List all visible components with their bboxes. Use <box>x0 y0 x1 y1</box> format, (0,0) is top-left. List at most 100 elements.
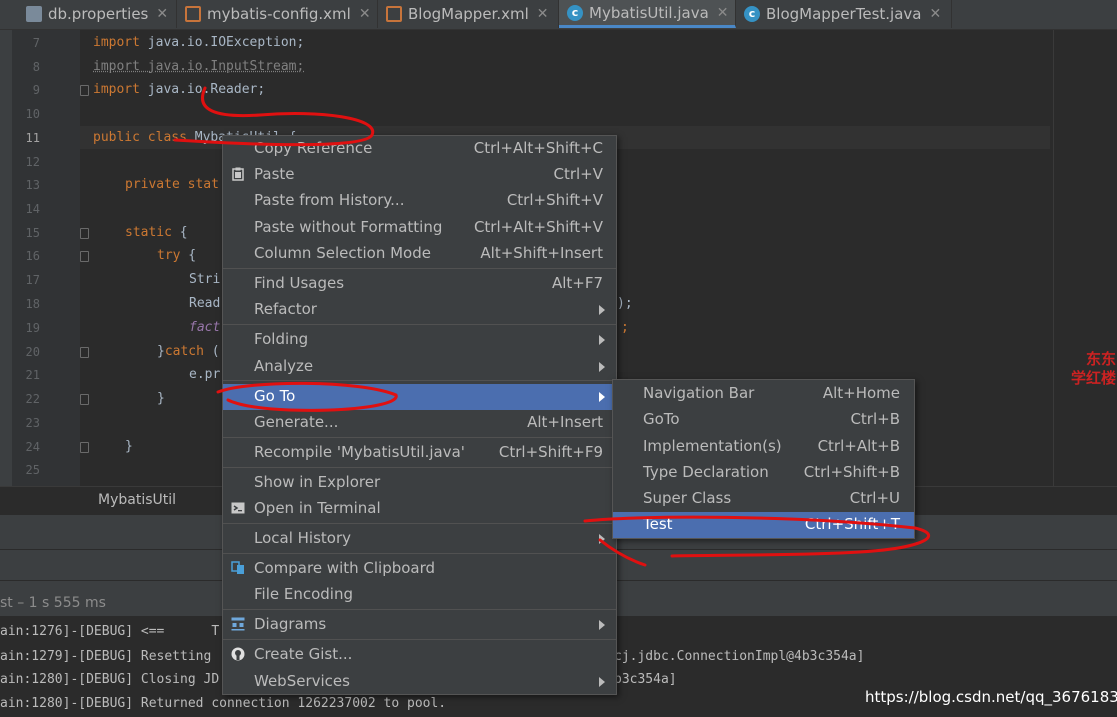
menu-item-label: Go To <box>254 387 296 405</box>
line-number: 7 <box>32 36 40 50</box>
fold-marker[interactable] <box>80 85 89 96</box>
tab-label: BlogMapperTest.java <box>766 5 922 23</box>
watermark-url: https://blog.csdn.net/qq_36761831 <box>865 688 1117 706</box>
code-line: } <box>157 391 165 406</box>
code-text: { <box>180 248 197 263</box>
fold-marker[interactable] <box>80 228 89 239</box>
fold-marker[interactable] <box>80 347 89 358</box>
menu-item-label: Paste <box>254 165 295 183</box>
menu-item-shortcut: Alt+F7 <box>551 274 603 292</box>
console-line: ain:1280]-[DEBUG] Returned connection 12… <box>0 696 447 711</box>
menu-item-show-in-explorer[interactable]: Show in Explorer <box>223 470 616 496</box>
menu-item-create-gist[interactable]: Create Gist... <box>223 642 616 668</box>
code-line: try { <box>157 248 196 263</box>
menu-item-column-selection-mode[interactable]: Column Selection Mode Alt+Shift+Insert <box>223 241 616 267</box>
line-number: 13 <box>25 178 40 192</box>
close-icon[interactable]: ✕ <box>537 6 549 22</box>
menu-item-generate[interactable]: Generate... Alt+Insert <box>223 410 616 436</box>
line-number: 19 <box>25 321 40 335</box>
menu-item-find-usages[interactable]: Find Usages Alt+F7 <box>223 271 616 297</box>
fold-marker[interactable] <box>80 251 89 262</box>
line-number: 14 <box>25 202 40 216</box>
menu-item-go-to[interactable]: Go To <box>223 384 616 410</box>
code-line: static { <box>125 225 188 240</box>
menu-item-shortcut: Ctrl+V <box>553 165 603 183</box>
fold-marker[interactable] <box>80 394 89 405</box>
menu-item-file-encoding[interactable]: File Encoding <box>223 582 616 608</box>
compare-icon <box>231 561 244 574</box>
line-number: 11 <box>25 131 40 145</box>
submenu-item-navigation-bar[interactable]: Navigation Bar Alt+Home <box>613 381 914 407</box>
submenu-item-super-class[interactable]: Super Class Ctrl+U <box>613 486 914 512</box>
tab-mybatisutil-java[interactable]: c MybatisUtil.java ✕ <box>559 0 736 28</box>
menu-item-diagrams[interactable]: Diagrams <box>223 612 616 638</box>
menu-item-label: Generate... <box>254 413 339 431</box>
line-number: 12 <box>25 155 40 169</box>
menu-item-paste-from-history[interactable]: Paste from History... Ctrl+Shift+V <box>223 188 616 214</box>
menu-separator <box>223 523 616 524</box>
close-icon[interactable]: ✕ <box>359 6 371 22</box>
tool-window-strip <box>0 30 12 486</box>
menu-item-label: Paste without Formatting <box>254 218 443 236</box>
submenu-item-goto[interactable]: GoTo Ctrl+B <box>613 407 914 433</box>
code-line: e.pr <box>189 367 221 382</box>
close-icon[interactable]: ✕ <box>156 6 168 22</box>
menu-item-webservices[interactable]: WebServices <box>223 669 616 695</box>
submenu-item-type-declaration[interactable]: Type Declaration Ctrl+Shift+B <box>613 460 914 486</box>
line-number: 22 <box>25 392 40 406</box>
fold-marker[interactable] <box>80 442 89 453</box>
menu-separator <box>223 437 616 438</box>
menu-item-open-in-terminal[interactable]: Open in Terminal <box>223 496 616 522</box>
menu-item-label: Type Declaration <box>643 463 769 481</box>
menu-item-shortcut: Ctrl+U <box>849 489 900 507</box>
menu-item-label: Column Selection Mode <box>254 244 431 262</box>
menu-item-label: File Encoding <box>254 585 353 603</box>
line-number: 8 <box>32 60 40 74</box>
menu-item-label: Recompile 'MybatisUtil.java' <box>254 443 465 461</box>
tab-db-properties[interactable]: db.properties ✕ <box>18 0 177 28</box>
menu-item-label: Copy Reference <box>254 139 373 157</box>
submenu-arrow-icon <box>599 392 605 402</box>
tab-blogmapper-xml[interactable]: BlogMapper.xml ✕ <box>378 0 559 28</box>
editor-scroll-area[interactable] <box>1053 30 1117 486</box>
close-icon[interactable]: ✕ <box>717 5 729 21</box>
menu-item-label: Navigation Bar <box>643 384 755 402</box>
menu-item-local-history[interactable]: Local History <box>223 526 616 552</box>
tab-blogmappertest-java[interactable]: c BlogMapperTest.java ✕ <box>736 0 952 28</box>
menu-item-copy-reference[interactable]: Copy Reference Ctrl+Alt+Shift+C <box>223 136 616 162</box>
menu-item-label: Local History <box>254 529 352 547</box>
menu-item-shortcut: Ctrl+Shift+T <box>804 515 900 533</box>
menu-item-label: Implementation(s) <box>643 437 782 455</box>
menu-item-label: Find Usages <box>254 274 345 292</box>
line-number: 25 <box>25 463 40 477</box>
submenu-arrow-icon <box>599 335 605 345</box>
submenu-arrow-icon <box>599 534 605 544</box>
menu-item-label: Analyze <box>254 357 314 375</box>
menu-item-shortcut: Ctrl+B <box>850 410 900 428</box>
menu-item-folding[interactable]: Folding <box>223 327 616 353</box>
diagram-icon <box>231 617 245 631</box>
submenu-arrow-icon <box>599 620 605 630</box>
menu-item-shortcut: Ctrl+Shift+V <box>506 191 603 209</box>
menu-item-paste-without-formatting[interactable]: Paste without Formatting Ctrl+Alt+Shift+… <box>223 215 616 241</box>
menu-item-analyze[interactable]: Analyze <box>223 354 616 380</box>
editor-tab-bar: db.properties ✕ mybatis-config.xml ✕ Blo… <box>0 0 1117 30</box>
close-icon[interactable]: ✕ <box>929 6 941 22</box>
tab-mybatis-config[interactable]: mybatis-config.xml ✕ <box>177 0 378 28</box>
console-line: ain:1280]-[DEBUG] Closing JD <box>0 672 220 687</box>
line-number: 23 <box>25 416 40 430</box>
menu-item-refactor[interactable]: Refactor <box>223 297 616 323</box>
menu-item-recompile[interactable]: Recompile 'MybatisUtil.java' Ctrl+Shift+… <box>223 440 616 466</box>
breadcrumb-item[interactable]: MybatisUtil <box>98 492 176 508</box>
menu-item-paste[interactable]: Paste Ctrl+V <box>223 162 616 188</box>
submenu-item-implementations[interactable]: Implementation(s) Ctrl+Alt+B <box>613 434 914 460</box>
menu-separator <box>223 268 616 269</box>
menu-item-label: Open in Terminal <box>254 499 381 517</box>
editor-gutter <box>0 30 80 486</box>
submenu-arrow-icon <box>599 362 605 372</box>
menu-item-compare-with-clipboard[interactable]: Compare with Clipboard <box>223 556 616 582</box>
java-class-icon: c <box>744 6 760 22</box>
submenu-item-test[interactable]: Test Ctrl+Shift+T <box>613 512 914 538</box>
menu-separator <box>223 639 616 640</box>
code-text: java.io.Reader; <box>139 82 266 97</box>
